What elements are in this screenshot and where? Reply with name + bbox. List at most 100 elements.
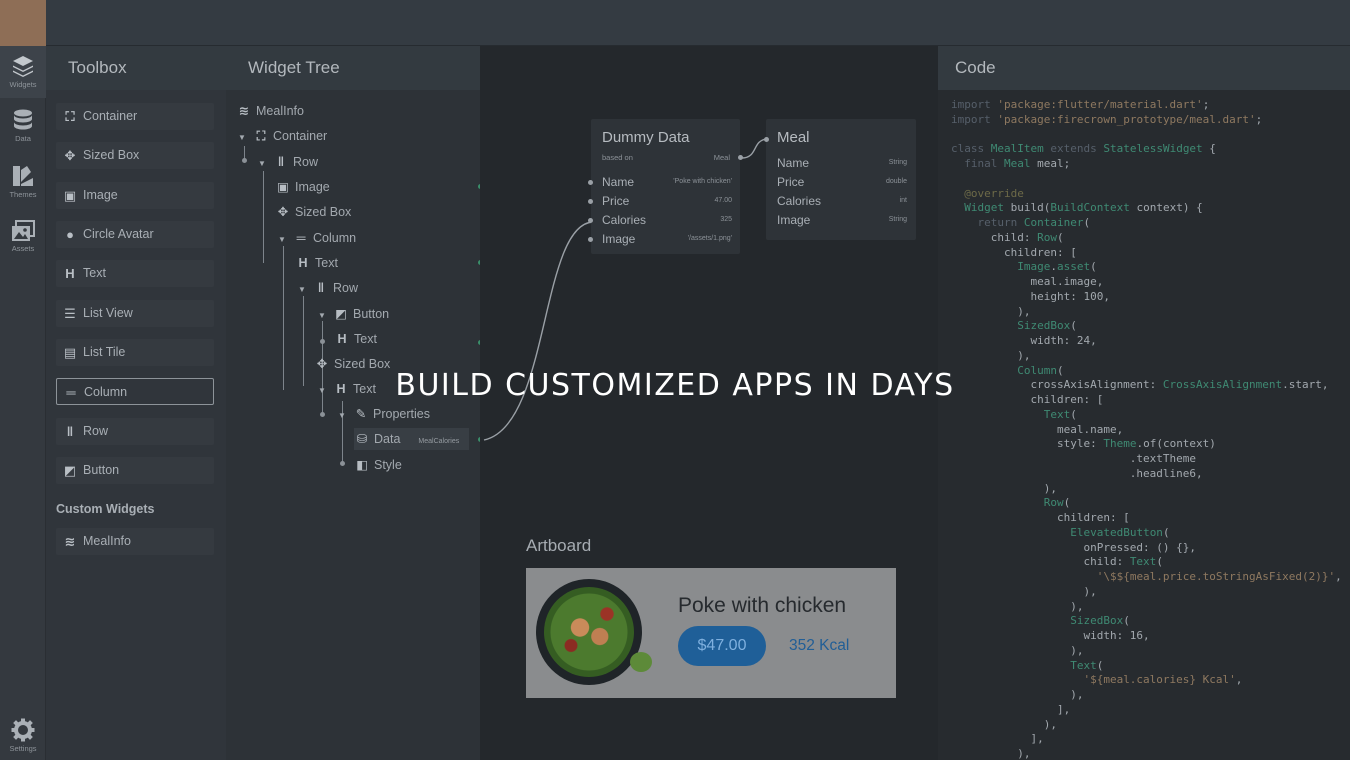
expand-arrow-icon[interactable]: ▼: [298, 279, 310, 301]
artboard-preview[interactable]: Poke with chicken $47.00 352 Kcal: [526, 568, 896, 698]
output-port[interactable]: [738, 155, 743, 160]
rail-data[interactable]: Data: [0, 100, 46, 152]
toolbox-item-circle-avatar[interactable]: ● Circle Avatar: [56, 221, 214, 248]
toolbox-item-label: List View: [83, 306, 133, 320]
input-port[interactable]: [764, 137, 769, 142]
field-value: 47.00: [714, 197, 732, 204]
tree-node-column[interactable]: ▼ ═ Column: [278, 227, 356, 249]
tree-node-row[interactable]: ▼ ‖ Row: [258, 151, 318, 173]
toolbox-item-label: List Tile: [83, 345, 126, 359]
meal-field-name[interactable]: Name String: [777, 156, 907, 175]
expand-arrow-icon[interactable]: ▼: [338, 405, 350, 427]
field-type: double: [885, 178, 907, 185]
rail-widgets[interactable]: Widgets: [0, 46, 46, 98]
toolbox-item-row[interactable]: ‖ Row: [56, 418, 214, 445]
field-name: Calories: [777, 194, 822, 208]
tree-node-text[interactable]: H Text: [296, 252, 337, 274]
palette-icon: ◧: [356, 458, 368, 472]
expand-arrow-icon[interactable]: ▼: [278, 229, 290, 251]
rail-themes[interactable]: Themes: [0, 156, 46, 208]
meal-field-price[interactable]: Price double: [777, 175, 907, 194]
tree-node-data[interactable]: ⛁ Data MealCalories: [354, 428, 470, 450]
sized-box-icon: ✥: [64, 148, 76, 163]
toolbox-item-text[interactable]: H Text: [56, 260, 214, 287]
field-value: 'Poke with chicken': [673, 178, 732, 185]
toolbox-item-label: Button: [83, 463, 120, 477]
tree-node-row[interactable]: ▼ ‖ Row: [298, 277, 358, 299]
rail-settings[interactable]: Settings: [0, 710, 46, 760]
dummy-field-name[interactable]: Name 'Poke with chicken': [602, 175, 732, 194]
images-icon: [12, 220, 35, 241]
palette-icon: [13, 166, 33, 186]
tree-node-container[interactable]: ▼ ⛶ Container: [238, 125, 327, 147]
toolbox-item-sized-box[interactable]: ✥ Sized Box: [56, 142, 214, 169]
toolbox-item-label: Container: [83, 109, 138, 123]
tree-dot: [242, 158, 247, 163]
meal-model-title: Meal: [777, 129, 810, 146]
row-icon: ‖: [317, 281, 325, 295]
tree-node-label: Text: [354, 332, 377, 346]
field-name: Image: [602, 232, 636, 246]
tree-node-image[interactable]: ▣ Image: [276, 176, 330, 198]
meal-model-node[interactable]: Meal Name String Price double Calories int …: [764, 119, 916, 240]
text-icon: H: [337, 332, 347, 346]
meal-field-calories[interactable]: Calories int: [777, 194, 907, 213]
row-icon: ‖: [277, 155, 285, 169]
tree-node-mealinfo[interactable]: ≋ MealInfo: [237, 100, 304, 122]
wrench-icon: ✎: [355, 407, 367, 421]
tree-node-button[interactable]: ▼ ◩ Button: [318, 303, 389, 325]
dummy-field-calories[interactable]: Calories 325: [602, 213, 732, 232]
tree-node-label: Properties: [373, 407, 430, 421]
code-panel: Code import 'package:flutter/material.da…: [938, 46, 1350, 760]
code-editor[interactable]: import 'package:flutter/material.dart'; …: [951, 98, 1342, 760]
tree-node-properties[interactable]: ▼ ✎ Properties: [338, 403, 430, 425]
expand-arrow-icon[interactable]: ▼: [318, 305, 330, 327]
based-on-label: based on: [602, 153, 633, 162]
expand-arrow-icon[interactable]: ▼: [258, 153, 270, 175]
code-title: Code: [938, 46, 1350, 90]
database-icon: [14, 109, 32, 130]
avatar-icon: ●: [66, 227, 74, 242]
layers-icon: ≋: [64, 534, 76, 549]
tree-node-label: Data: [374, 432, 401, 446]
price-button[interactable]: $47.00: [678, 626, 766, 666]
tree-node-label: Style: [374, 458, 402, 472]
dummy-field-price[interactable]: Price 47.00: [602, 194, 732, 213]
toolbox-title: Toolbox: [46, 46, 226, 90]
tree-node-label: Button: [353, 307, 390, 321]
data-binding-tag: MealCalories: [418, 438, 460, 445]
toolbox-item-button[interactable]: ◩ Button: [56, 457, 214, 484]
meal-image: [536, 579, 642, 685]
tree-node-label: Image: [295, 180, 330, 194]
toolbox-item-label: Text: [83, 266, 106, 280]
tree-node-text[interactable]: H Text: [335, 328, 377, 350]
kcal-label: 352 Kcal: [789, 637, 850, 654]
widget-tree-title: Widget Tree: [226, 46, 480, 90]
dummy-field-image[interactable]: Image '/assets/1.png': [602, 232, 732, 251]
tree-node-label: Sized Box: [295, 205, 352, 219]
rail-label: Data: [15, 134, 31, 143]
toolbox-item-mealinfo[interactable]: ≋ MealInfo: [56, 528, 214, 555]
toolbox-item-list-tile[interactable]: ▤ List Tile: [56, 339, 214, 366]
toolbox-item-container[interactable]: ⛶ Container: [56, 103, 214, 130]
text-icon: H: [65, 266, 75, 281]
rail-assets[interactable]: Assets: [0, 212, 46, 264]
input-port[interactable]: [588, 180, 593, 185]
input-port[interactable]: [588, 218, 593, 223]
field-name: Name: [602, 175, 635, 189]
meal-field-image[interactable]: Image String: [777, 213, 907, 232]
tree-node-sized-box[interactable]: ✥ Sized Box: [276, 201, 352, 223]
input-port[interactable]: [588, 237, 593, 242]
input-port[interactable]: [588, 199, 593, 204]
tree-node-label: Row: [293, 155, 319, 169]
field-type: int: [899, 197, 907, 204]
tree-node-style[interactable]: ◧ Style: [355, 454, 402, 476]
toolbox-item-list-view[interactable]: ☰ List View: [56, 300, 214, 327]
dummy-data-node[interactable]: Dummy Data based on Meal Name 'Poke with …: [588, 119, 743, 254]
expand-arrow-icon[interactable]: ▼: [238, 127, 250, 149]
gear-icon: [11, 718, 35, 742]
rail-label: Themes: [9, 190, 37, 199]
tree-node-label: Row: [333, 281, 359, 295]
top-bar: [0, 0, 1350, 46]
toolbox-item-image[interactable]: ▣ Image: [56, 182, 214, 209]
